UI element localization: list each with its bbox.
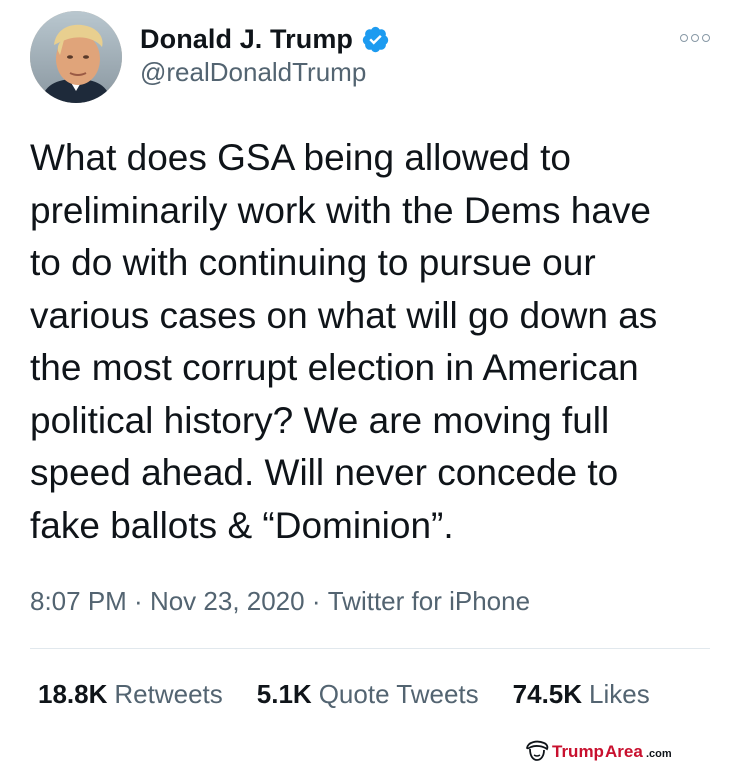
- more-dot-icon: [691, 34, 699, 42]
- retweets-count: 18.8K: [38, 679, 108, 709]
- tweet-date[interactable]: Nov 23, 2020: [150, 586, 305, 617]
- author-handle[interactable]: @realDonaldTrump: [140, 57, 366, 88]
- svg-text:Trump: Trump: [552, 742, 604, 761]
- more-dot-icon: [680, 34, 688, 42]
- verified-badge-icon: [361, 25, 390, 54]
- svg-text:Area: Area: [605, 742, 643, 761]
- tweet-text: What does GSA being allowed to prelimina…: [30, 137, 658, 546]
- tweet-source[interactable]: Twitter for iPhone: [328, 586, 530, 617]
- trump-hair-logo-icon: [526, 740, 549, 761]
- watermark-logo: Trump Area .com: [525, 739, 710, 763]
- quote-tweets-count: 5.1K: [256, 679, 312, 709]
- author-name-row: Donald J. Trump: [140, 21, 390, 57]
- likes-label: Likes: [589, 679, 650, 709]
- likes-stat[interactable]: 74.5K Likes: [513, 679, 650, 710]
- tweet-stats: 18.8K Retweets 5.1K Quote Tweets 74.5K Like…: [38, 679, 650, 710]
- likes-count: 74.5K: [512, 679, 583, 709]
- tweet-card: Donald J. Trump @realDonaldTrump What do…: [0, 0, 740, 766]
- divider: [30, 648, 710, 649]
- author-avatar[interactable]: [30, 11, 122, 103]
- retweets-label: Retweets: [114, 679, 223, 709]
- retweets-stat[interactable]: 18.8K Retweets: [38, 679, 223, 710]
- tweet-meta: 8:07 PM · Nov 23, 2020 · Twitter for iPh…: [30, 586, 530, 617]
- tweet-time[interactable]: 8:07 PM: [30, 586, 127, 617]
- meta-separator: ·: [126, 586, 150, 616]
- svg-text:.com: .com: [646, 748, 672, 760]
- quote-tweets-stat[interactable]: 5.1K Quote Tweets: [257, 679, 479, 710]
- author-display-name[interactable]: Donald J. Trump: [140, 24, 353, 55]
- profile-photo: [30, 11, 122, 103]
- more-dot-icon: [702, 34, 710, 42]
- more-options-icon[interactable]: [680, 30, 716, 46]
- quote-tweets-label: Quote Tweets: [318, 679, 479, 709]
- meta-separator: ·: [304, 586, 328, 616]
